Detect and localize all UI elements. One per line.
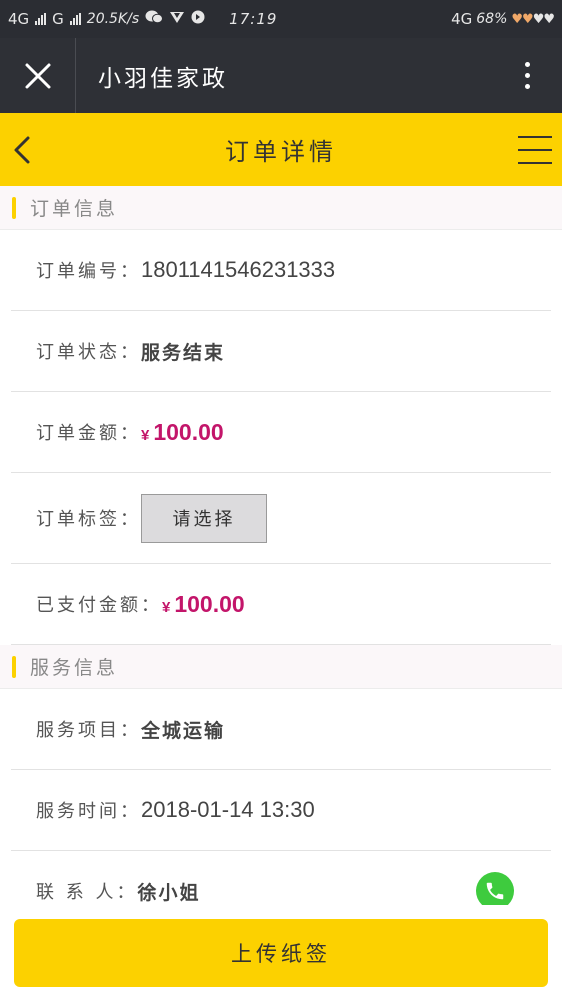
signal-icon: [35, 13, 47, 25]
service-time-row: 服务时间： 2018-01-14 13:30: [11, 770, 551, 851]
section-title: 订单信息: [30, 198, 119, 220]
paid-amount-row: 已支付金额： ¥100.00: [11, 564, 551, 645]
phone-icon: [486, 882, 504, 900]
chevron-left-icon: [14, 136, 30, 163]
service-item-value: 全城运输: [141, 719, 226, 742]
contact-label: 联 系 人：: [36, 882, 138, 903]
page-header: 订单详情: [0, 113, 562, 186]
network-type-2: G: [52, 10, 64, 28]
vpn-icon: [169, 10, 185, 28]
service-time-label: 服务时间：: [36, 801, 141, 822]
order-number-row: 订单编号： 1801141546231333: [11, 230, 551, 311]
footer-bar: 上传纸签: [0, 905, 562, 1000]
order-amount-row: 订单金额： ¥100.00: [11, 392, 551, 473]
call-button[interactable]: [476, 872, 514, 905]
order-tag-row: 订单标签： 请选择: [11, 473, 551, 564]
section-header-order: 订单信息: [0, 186, 562, 230]
contact-row: 联 系 人： 徐小姐: [11, 851, 551, 905]
order-status-label: 订单状态：: [36, 342, 141, 363]
amount-number: 100.00: [153, 418, 224, 445]
section-accent-bar: [12, 196, 16, 219]
hamburger-icon: [518, 136, 552, 138]
section-header-service: 服务信息: [0, 645, 562, 689]
order-status-row: 订单状态： 服务结束: [11, 311, 551, 392]
page-title: 订单详情: [225, 138, 337, 166]
close-icon: [25, 63, 50, 88]
network-type-1: 4G: [8, 10, 30, 28]
service-item-row: 服务项目： 全城运输: [11, 689, 551, 770]
more-vertical-icon: [524, 62, 530, 67]
currency-symbol: ¥: [162, 598, 171, 616]
order-detail-content[interactable]: 订单信息 订单编号： 1801141546231333 订单状态： 服务结束 订…: [0, 186, 562, 905]
order-amount-value: ¥100.00: [141, 419, 224, 446]
heart-icon: ♥♥♥♥: [511, 11, 555, 27]
order-tag-select[interactable]: 请选择: [141, 493, 267, 543]
app-name: 小羽佳家政: [98, 65, 228, 92]
more-options-button[interactable]: [492, 62, 562, 89]
service-time-value: 2018-01-14 13:30: [141, 797, 315, 822]
order-status-value: 服务结束: [141, 341, 226, 364]
back-button[interactable]: [2, 113, 42, 186]
paid-amount-label: 已支付金额：: [36, 595, 162, 616]
network-type-3: 4G: [451, 10, 473, 28]
service-item-label: 服务项目：: [36, 720, 141, 741]
section-title: 服务信息: [30, 657, 119, 679]
section-accent-bar: [12, 655, 16, 678]
paid-amount-value: ¥100.00: [162, 591, 245, 618]
order-number-label: 订单编号：: [36, 261, 141, 282]
menu-button[interactable]: [518, 133, 552, 167]
status-bar: 4G G 20.5K/s 17:19 4G 68% ♥♥♥♥: [0, 0, 562, 38]
wechat-icon: [145, 10, 164, 28]
paid-number: 100.00: [174, 590, 245, 617]
order-tag-label: 订单标签：: [36, 509, 141, 530]
battery-level: 68%: [476, 11, 508, 27]
upload-paper-sign-button[interactable]: 上传纸签: [14, 919, 548, 987]
signal-icon-2: [69, 13, 81, 25]
currency-symbol: ¥: [141, 426, 150, 444]
order-amount-label: 订单金额：: [36, 423, 141, 444]
close-button[interactable]: [0, 38, 76, 113]
webview-title-bar: 小羽佳家政: [0, 38, 562, 113]
contact-value: 徐小姐: [137, 881, 201, 904]
clock: 17:19: [229, 10, 278, 28]
network-speed: 20.5K/s: [86, 11, 140, 27]
app-icon: [191, 10, 205, 28]
order-number-value: 1801141546231333: [141, 257, 336, 282]
